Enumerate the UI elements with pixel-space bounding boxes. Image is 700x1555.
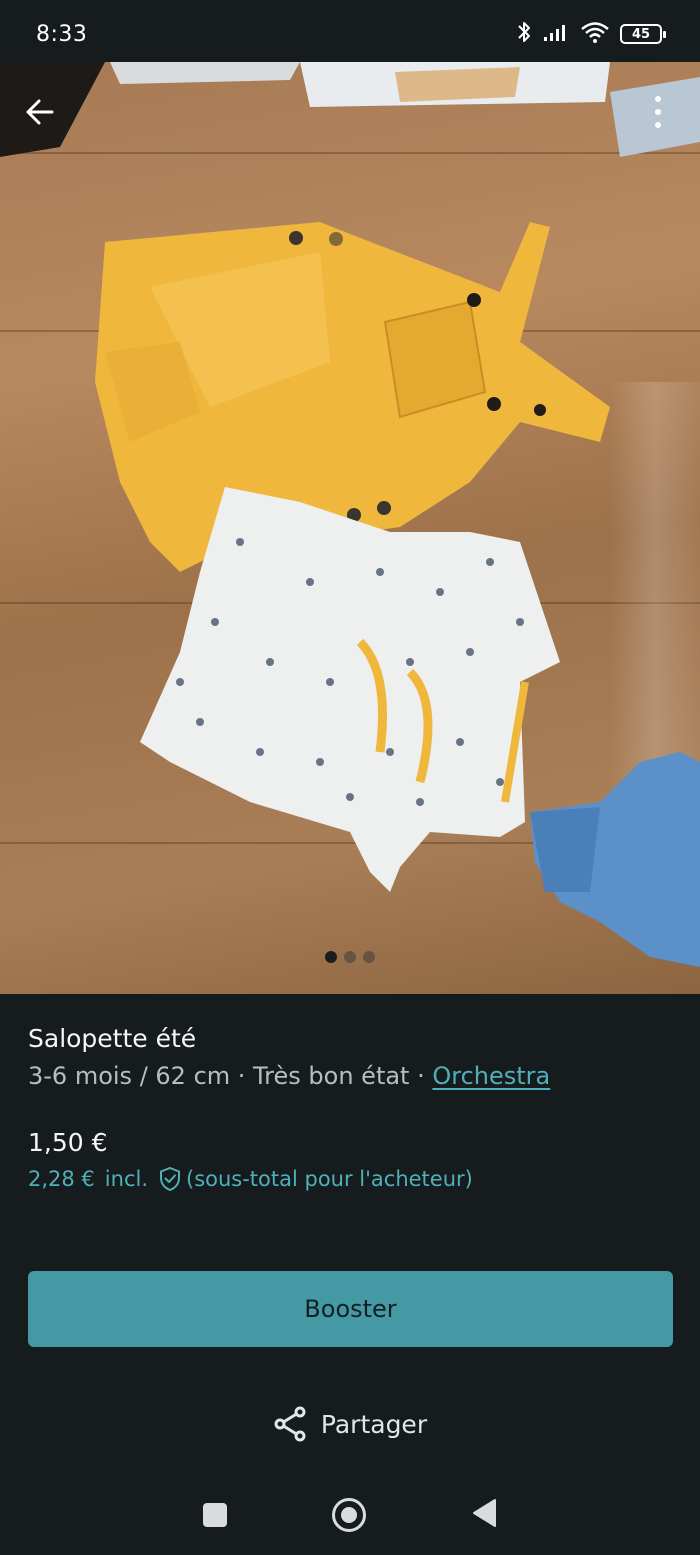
signal-icon: [542, 22, 570, 46]
share-button[interactable]: Partager: [0, 1406, 700, 1442]
wifi-icon: [580, 21, 610, 47]
bluetooth-icon: [516, 20, 532, 48]
recents-button[interactable]: [203, 1503, 227, 1527]
total-note: (sous-total pour l'acheteur): [186, 1167, 473, 1191]
share-label: Partager: [320, 1409, 428, 1439]
item-condition: Très bon état: [253, 1062, 410, 1090]
total-incl-label: incl.: [104, 1167, 148, 1191]
clothing-illustration: [0, 62, 700, 967]
meta-separator: ·: [230, 1062, 254, 1090]
item-photo-carousel[interactable]: [0, 62, 700, 994]
item-meta: 3-6 mois / 62 cm · Très bon état · Orche…: [28, 1062, 550, 1090]
booster-button[interactable]: Booster: [28, 1271, 673, 1347]
home-button[interactable]: [332, 1498, 366, 1532]
more-options-button[interactable]: [638, 90, 678, 134]
item-price: 1,50 €: [28, 1128, 108, 1157]
item-brand-link[interactable]: Orchestra: [432, 1062, 550, 1090]
buyer-total-price[interactable]: 2,28 € incl. (sous-total pour l'acheteur): [28, 1166, 473, 1192]
carousel-dot[interactable]: [325, 951, 337, 963]
item-title: Salopette été: [28, 1024, 197, 1053]
carousel-dot[interactable]: [344, 951, 356, 963]
total-price-value: 2,28 €: [28, 1167, 95, 1191]
status-time: 8:33: [36, 22, 88, 47]
back-button[interactable]: [18, 90, 62, 134]
status-icons: 45: [516, 20, 666, 48]
shield-check-icon: [158, 1166, 182, 1192]
back-nav-button[interactable]: [471, 1498, 497, 1532]
item-size: 3-6 mois / 62 cm: [28, 1062, 231, 1090]
system-nav-bar: [0, 1475, 700, 1555]
share-icon: [274, 1406, 306, 1442]
meta-separator: ·: [409, 1062, 433, 1090]
battery-icon: 45: [620, 24, 666, 44]
carousel-dot[interactable]: [363, 951, 375, 963]
more-vertical-icon: [655, 96, 661, 128]
carousel-indicator: [0, 951, 700, 963]
status-bar: 8:33 45: [0, 0, 700, 62]
arrow-left-icon: [26, 99, 54, 125]
